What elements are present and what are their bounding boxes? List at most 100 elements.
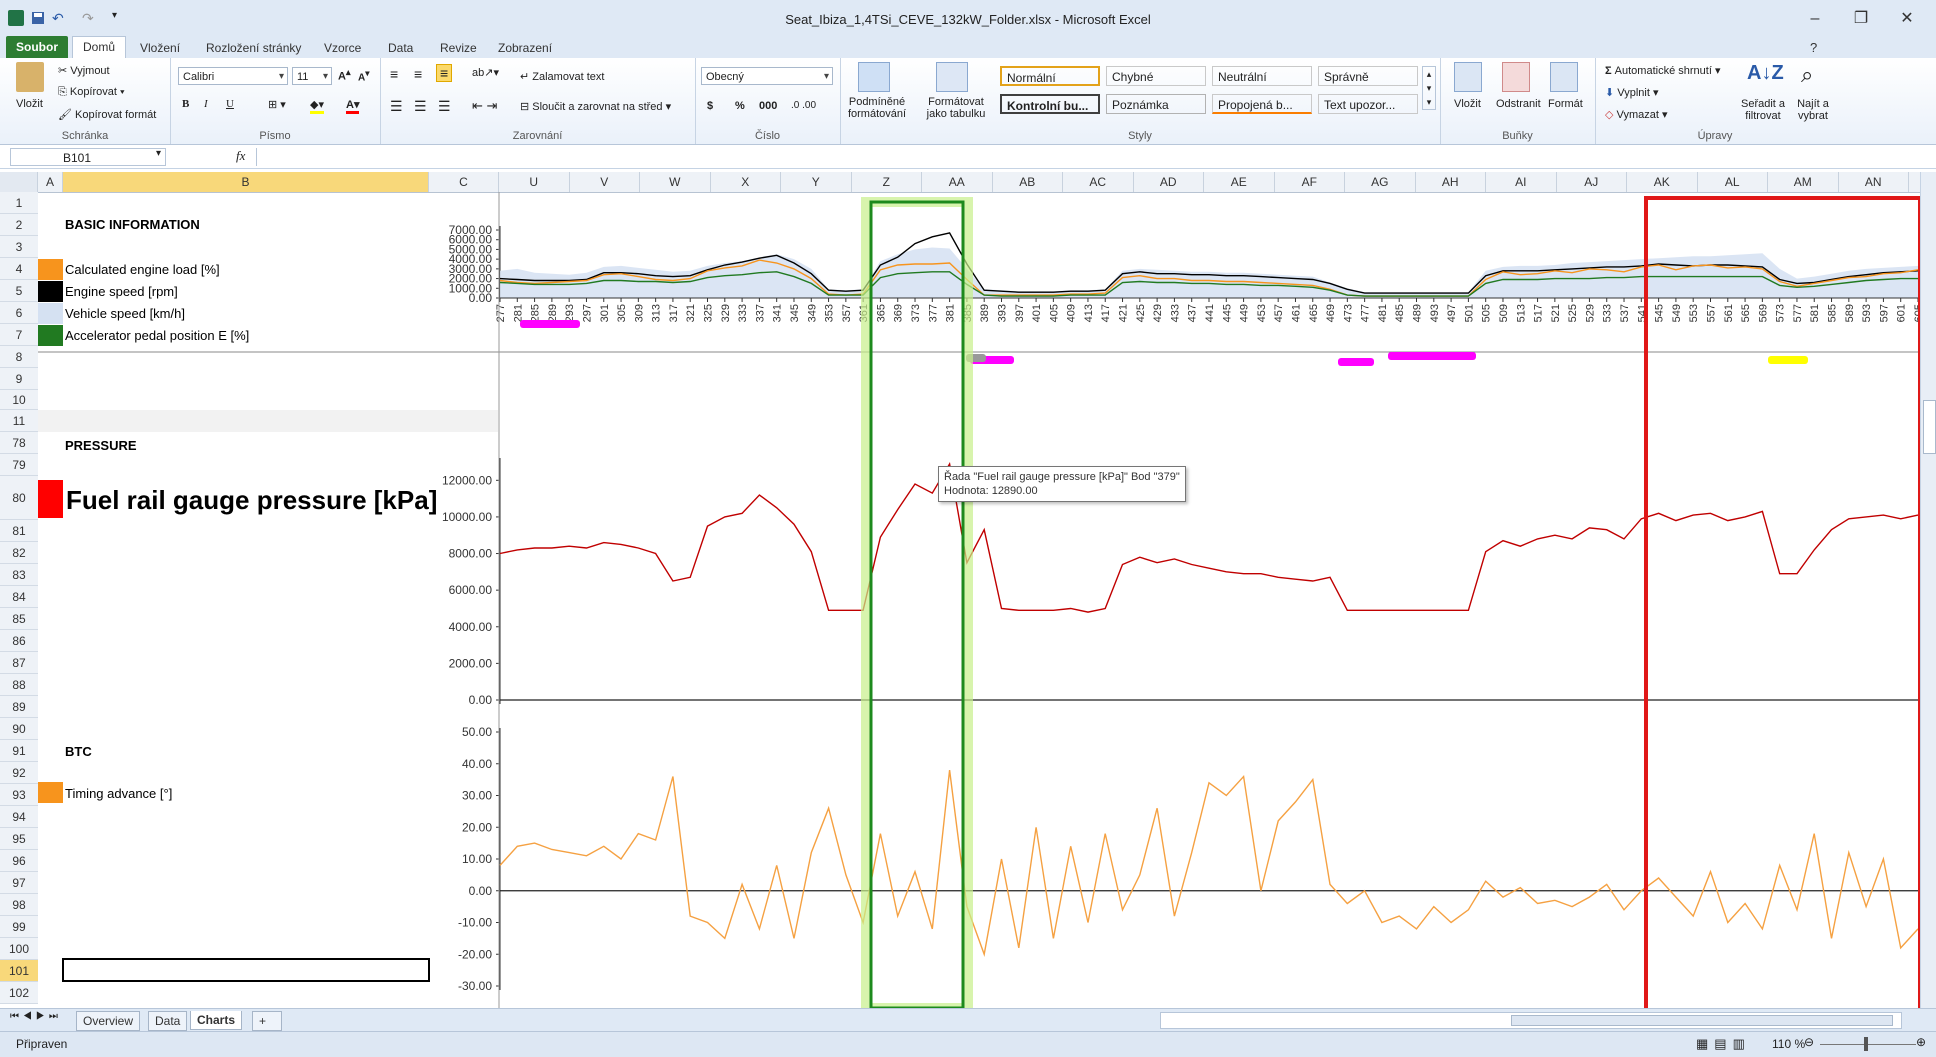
font-name-combo[interactable]: Calibri — [178, 67, 288, 86]
column-header[interactable]: AD — [1134, 172, 1204, 192]
style-note[interactable]: Poznámka — [1106, 94, 1206, 114]
decimal-icon[interactable]: .0 .00 — [791, 100, 816, 111]
delete-cells-icon[interactable] — [1502, 62, 1530, 92]
scroll-thumb[interactable] — [1923, 400, 1936, 454]
paste-button[interactable]: Vložit — [16, 98, 43, 110]
column-header[interactable]: AE — [1204, 172, 1275, 192]
new-sheet-icon[interactable]: + — [252, 1011, 282, 1031]
style-linked-cell[interactable]: Propojená b... — [1212, 94, 1312, 114]
sort-filter-button[interactable]: Seřadit a filtrovat — [1737, 98, 1789, 122]
column-header[interactable]: AK — [1627, 172, 1698, 192]
percent-button[interactable]: % — [735, 100, 745, 112]
minimize-icon[interactable]: – — [1800, 8, 1830, 30]
italic-button[interactable]: I — [204, 98, 208, 110]
conditional-format-icon[interactable] — [858, 62, 890, 92]
underline-button[interactable]: U — [226, 98, 234, 110]
horizontal-scrollbar[interactable] — [1160, 1012, 1902, 1029]
styles-scroll-icon[interactable]: ▴ ▾ ▾ — [1422, 66, 1436, 110]
name-box-dropdown-icon[interactable]: ▾ — [156, 148, 161, 159]
font-size-combo[interactable]: 11 — [292, 67, 332, 86]
copy-button[interactable]: ⎘ Kopírovat ▾ — [58, 86, 125, 99]
sheet-tab-data[interactable]: Data — [148, 1011, 188, 1031]
style-check-cell[interactable]: Kontrolní bu... — [1000, 94, 1100, 114]
tab-home[interactable]: Domů — [72, 36, 127, 59]
align-center-icon[interactable]: ☰ — [414, 98, 427, 115]
orientation-icon[interactable]: ab↗▾ — [472, 66, 499, 79]
tab-formulas[interactable]: Vzorce — [314, 38, 371, 58]
conditional-format-button[interactable]: Podmíněné formátování — [842, 96, 912, 120]
zoom-level[interactable]: 110 % — [1772, 1037, 1805, 1051]
style-warning-text[interactable]: Text upozor... — [1318, 94, 1418, 114]
column-header[interactable]: AB — [993, 172, 1063, 192]
tab-view[interactable]: Zobrazení — [488, 38, 562, 58]
currency-button[interactable]: $ — [707, 100, 713, 112]
column-header[interactable]: W — [640, 172, 711, 192]
column-header[interactable]: AC — [1063, 172, 1134, 192]
clear-button[interactable]: ◇ Vymazat ▾ — [1605, 108, 1667, 121]
column-header[interactable]: AM — [1768, 172, 1839, 192]
column-header[interactable]: AH — [1416, 172, 1486, 192]
thousands-button[interactable]: 000 — [759, 100, 777, 112]
zoom-slider-thumb[interactable] — [1864, 1037, 1868, 1051]
binoculars-icon[interactable]: ⌕ — [1801, 62, 1813, 88]
style-bad[interactable]: Chybné — [1106, 66, 1206, 86]
number-format-combo[interactable]: Obecný — [701, 67, 833, 86]
horizontal-scroll-thumb[interactable] — [1511, 1015, 1893, 1026]
zoom-slider[interactable] — [1820, 1044, 1916, 1045]
border-icon[interactable]: ⊞ ▾ — [268, 98, 286, 111]
column-header[interactable]: AI — [1486, 172, 1557, 192]
tab-page-layout[interactable]: Rozložení stránky — [196, 38, 311, 58]
restore-icon[interactable]: ❐ — [1846, 8, 1876, 30]
style-normal[interactable]: Normální — [1000, 66, 1100, 86]
view-buttons-icon[interactable]: ▦▤▥ — [1696, 1036, 1751, 1052]
tab-review[interactable]: Revize — [430, 38, 487, 58]
zoom-out-icon[interactable]: ⊖ — [1804, 1035, 1814, 1049]
format-cells-icon[interactable] — [1550, 62, 1578, 92]
name-box[interactable]: B101 — [10, 148, 166, 166]
column-header[interactable]: Z — [852, 172, 922, 192]
zoom-in-icon[interactable]: ⊕ — [1916, 1035, 1926, 1049]
column-header[interactable]: AJ — [1557, 172, 1627, 192]
insert-cells-button[interactable]: Vložit — [1454, 98, 1481, 110]
column-header[interactable]: X — [711, 172, 781, 192]
tab-data[interactable]: Data — [378, 38, 423, 58]
formula-input[interactable] — [256, 148, 1917, 166]
fill-color-icon[interactable]: ◆▾ — [310, 98, 324, 114]
shrink-font-icon[interactable]: A▾ — [358, 68, 369, 83]
vertical-scrollbar[interactable] — [1920, 172, 1936, 1008]
column-header[interactable]: V — [570, 172, 640, 192]
column-header[interactable]: AG — [1345, 172, 1416, 192]
select-all-corner[interactable] — [0, 172, 38, 192]
indent-icon[interactable]: ⇤ ⇥ — [472, 98, 497, 114]
fill-button[interactable]: ⬇ Vyplnit ▾ — [1605, 86, 1658, 99]
column-header[interactable]: AA — [922, 172, 993, 192]
align-top-icon[interactable]: ≡ — [390, 66, 398, 82]
align-bottom-icon[interactable]: ≡ — [436, 64, 453, 82]
close-icon[interactable]: ✕ — [1892, 8, 1922, 30]
wrap-text-button[interactable]: ↵ Zalamovat text — [520, 70, 604, 83]
autosum-button[interactable]: Σ Automatické shrnutí ▾ — [1605, 64, 1720, 77]
format-painter-button[interactable]: 🖌 Kopírovat formát — [58, 108, 156, 121]
align-left-icon[interactable]: ☰ — [390, 98, 403, 115]
merge-center-button[interactable]: ⊟ Sloučit a zarovnat na střed ▾ — [520, 100, 671, 113]
column-header[interactable]: A — [38, 172, 63, 192]
align-middle-icon[interactable]: ≡ — [414, 66, 422, 82]
format-cells-button[interactable]: Formát — [1548, 98, 1583, 110]
column-header[interactable]: AF — [1275, 172, 1345, 192]
tab-file[interactable]: Soubor — [6, 36, 68, 58]
sheet-tab-charts[interactable]: Charts — [190, 1011, 243, 1030]
insert-cells-icon[interactable] — [1454, 62, 1482, 92]
column-header[interactable]: C — [429, 172, 499, 192]
column-header[interactable]: U — [499, 172, 570, 192]
column-header[interactable]: B — [63, 172, 429, 192]
style-neutral[interactable]: Neutrální — [1212, 66, 1312, 86]
cut-button[interactable]: ✂ Vyjmout — [58, 64, 110, 77]
format-as-table-button[interactable]: Formátovat jako tabulku — [918, 96, 994, 120]
align-right-icon[interactable]: ☰ — [438, 98, 451, 115]
grow-font-icon[interactable]: A▴ — [338, 67, 351, 83]
column-header[interactable]: AN — [1839, 172, 1909, 192]
sheet-tab-overview[interactable]: Overview — [76, 1011, 141, 1031]
column-header[interactable]: Y — [781, 172, 852, 192]
help-icon[interactable]: ? — [1800, 38, 1827, 58]
font-color-icon[interactable]: A▾ — [346, 98, 360, 114]
